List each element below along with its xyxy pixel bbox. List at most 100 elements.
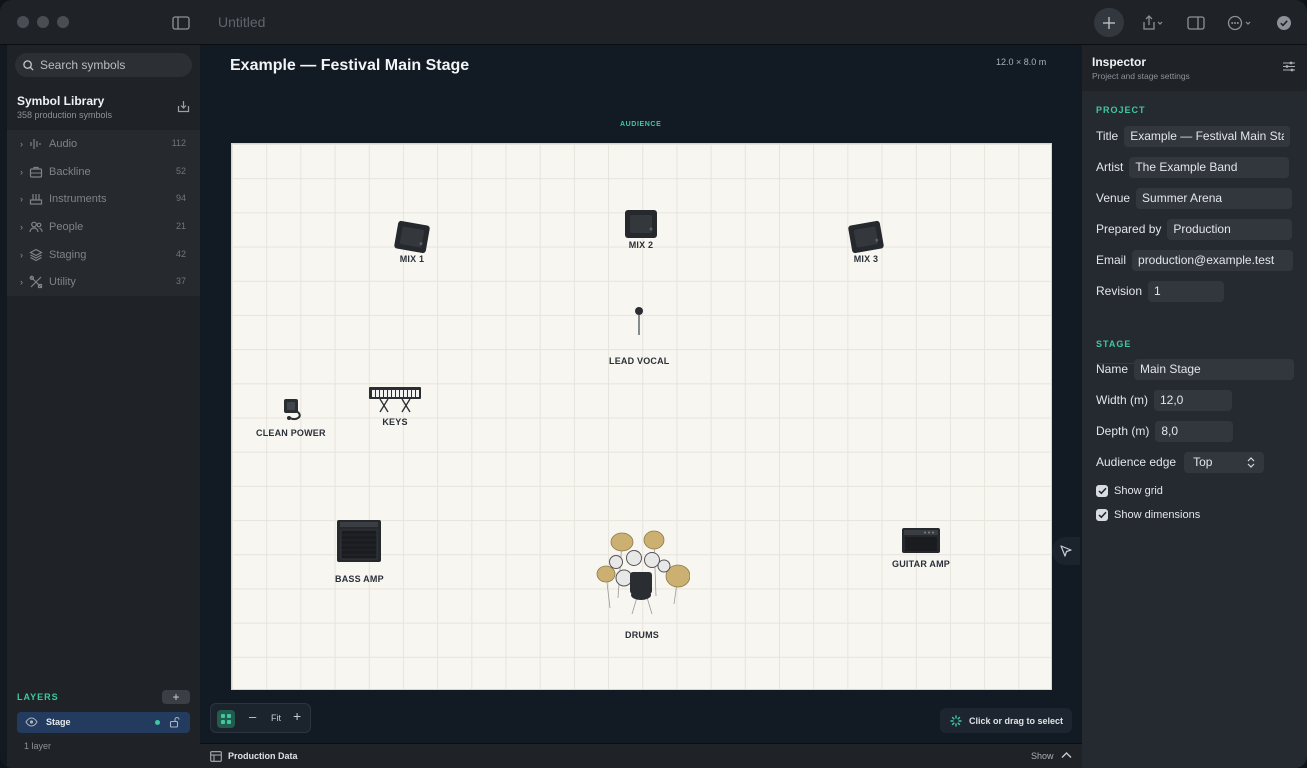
share-button[interactable] <box>1138 8 1168 37</box>
symbol-bass-amp[interactable]: BASS AMP <box>335 519 384 584</box>
layer-name: Stage <box>46 717 71 727</box>
minimize-window-button[interactable] <box>37 16 49 28</box>
add-symbol-button[interactable] <box>1094 8 1124 37</box>
stage-name-field[interactable] <box>1134 358 1295 380</box>
table-icon <box>210 751 222 762</box>
stage-plot[interactable]: MIX 1 MIX 2 MIX 3 LEAD VOCAL CLEAN POWER <box>231 143 1052 690</box>
symbol-guitar-amp[interactable]: GUITAR AMP <box>892 526 950 569</box>
category-label: Backline <box>49 165 91 178</box>
artist-field[interactable] <box>1129 156 1290 178</box>
symbol-label: MIX 3 <box>853 254 879 264</box>
symbol-mix-1[interactable]: MIX 1 <box>392 220 432 264</box>
chevron-right-icon: › <box>20 249 23 260</box>
category-audio[interactable]: › Audio 112 <box>7 130 200 158</box>
revision-row: Revision <box>1096 280 1294 302</box>
category-instruments[interactable]: › Instruments 94 <box>7 185 200 213</box>
grid-toggle-button[interactable] <box>217 710 235 728</box>
zoom-fit-button[interactable]: Fit <box>271 713 281 723</box>
show-grid-checkbox[interactable]: Show grid <box>1096 484 1163 498</box>
unlock-icon[interactable] <box>169 716 180 728</box>
import-library-button[interactable] <box>177 100 191 114</box>
depth-field[interactable] <box>1155 420 1234 442</box>
revision-label: Revision <box>1096 284 1143 298</box>
depth-row: Depth (m) <box>1096 420 1294 442</box>
width-field[interactable] <box>1154 389 1232 411</box>
chevron-right-icon: › <box>20 194 23 205</box>
stage-name-label: Name <box>1096 362 1129 376</box>
search-input[interactable] <box>40 58 180 72</box>
prepared-by-field[interactable] <box>1167 218 1293 240</box>
library-title: Symbol Library <box>17 94 105 108</box>
symbol-drums[interactable]: DRUMS <box>594 528 690 640</box>
email-label: Email <box>1096 253 1127 267</box>
inspector-panel: Inspector Project and stage settings PRO… <box>1082 45 1307 768</box>
symbol-clean-power[interactable]: CLEAN POWER <box>256 396 326 438</box>
chevron-right-icon: › <box>20 166 23 177</box>
inspector-form: PROJECT Title Artist Venue Prepared by E… <box>1082 91 1307 768</box>
audio-waveform-icon <box>30 139 41 149</box>
category-label: People <box>49 221 84 234</box>
depth-label: Depth (m) <box>1096 424 1150 438</box>
category-count: 37 <box>175 276 186 287</box>
category-count: 21 <box>175 221 186 232</box>
category-count: 94 <box>175 193 186 204</box>
title-label: Title <box>1096 129 1119 143</box>
venue-row: Venue <box>1096 187 1294 209</box>
symbol-keys[interactable]: KEYS <box>368 385 422 427</box>
keyboard-stand-icon <box>369 387 421 413</box>
symbol-mix-2[interactable]: MIX 2 <box>622 208 660 250</box>
category-backline[interactable]: › Backline 52 <box>7 158 200 186</box>
layer-row-stage[interactable]: Stage <box>17 712 190 733</box>
select-tool-button[interactable] <box>1052 537 1080 565</box>
layer-active-dot <box>155 720 160 725</box>
category-count: 52 <box>175 165 186 176</box>
up-down-chevron-icon <box>1247 456 1255 468</box>
toggle-inspector-button[interactable] <box>1185 8 1207 37</box>
category-label: Audio <box>49 138 78 150</box>
symbol-mix-3[interactable]: MIX 3 <box>846 220 886 264</box>
more-options-button[interactable] <box>1226 8 1256 37</box>
category-label: Staging <box>49 248 87 261</box>
sliders-icon[interactable] <box>1283 61 1295 72</box>
search-box[interactable] <box>15 53 192 77</box>
zoom-window-button[interactable] <box>57 16 69 28</box>
production-data-bar[interactable]: Production Data Show <box>200 743 1082 768</box>
category-people[interactable]: › People 21 <box>7 213 200 241</box>
email-field[interactable] <box>1132 249 1294 271</box>
inspector-subtitle: Project and stage settings <box>1092 71 1190 81</box>
eye-icon[interactable] <box>25 717 38 727</box>
spinner-icon <box>950 715 962 727</box>
chevron-right-icon: › <box>20 139 23 149</box>
layer-count: 1 layer <box>24 741 52 751</box>
show-production-data-button[interactable]: Show <box>1031 751 1054 761</box>
sidebar-icon <box>172 15 190 30</box>
show-dimensions-checkbox[interactable]: Show dimensions <box>1096 508 1200 522</box>
zoom-out-button[interactable]: – <box>249 709 256 724</box>
toggle-sidebar-button[interactable] <box>170 8 192 37</box>
inspector-title: Inspector <box>1092 55 1147 69</box>
share-icon <box>1143 14 1163 30</box>
category-utility[interactable]: › Utility 37 <box>7 268 200 296</box>
symbol-lead-vocal[interactable]: LEAD VOCAL <box>609 306 670 366</box>
add-layer-button[interactable]: + <box>162 690 190 704</box>
drum-kit-icon <box>596 530 690 615</box>
zoom-in-button[interactable]: + <box>293 708 301 724</box>
cursor-arrow-icon <box>1060 545 1072 557</box>
venue-label: Venue <box>1096 191 1131 205</box>
status-check-button[interactable] <box>1276 8 1292 37</box>
symbol-label: CLEAN POWER <box>256 428 326 438</box>
revision-field[interactable] <box>1148 280 1225 302</box>
people-icon <box>29 221 43 233</box>
checkbox-checked-icon <box>1096 509 1108 521</box>
utility-tools-icon <box>29 276 43 289</box>
selection-hint: Click or drag to select <box>940 708 1072 733</box>
title-field[interactable] <box>1124 125 1291 147</box>
chevron-up-icon[interactable] <box>1061 751 1072 759</box>
venue-field[interactable] <box>1136 187 1293 209</box>
bass-amp-icon <box>337 520 382 562</box>
category-staging[interactable]: › Staging 42 <box>7 241 200 269</box>
audience-edge-select[interactable]: Top <box>1184 451 1265 473</box>
prepared-by-row: Prepared by <box>1096 218 1294 240</box>
close-window-button[interactable] <box>17 16 29 28</box>
audience-edge-row: Audience edge Top <box>1096 451 1294 473</box>
